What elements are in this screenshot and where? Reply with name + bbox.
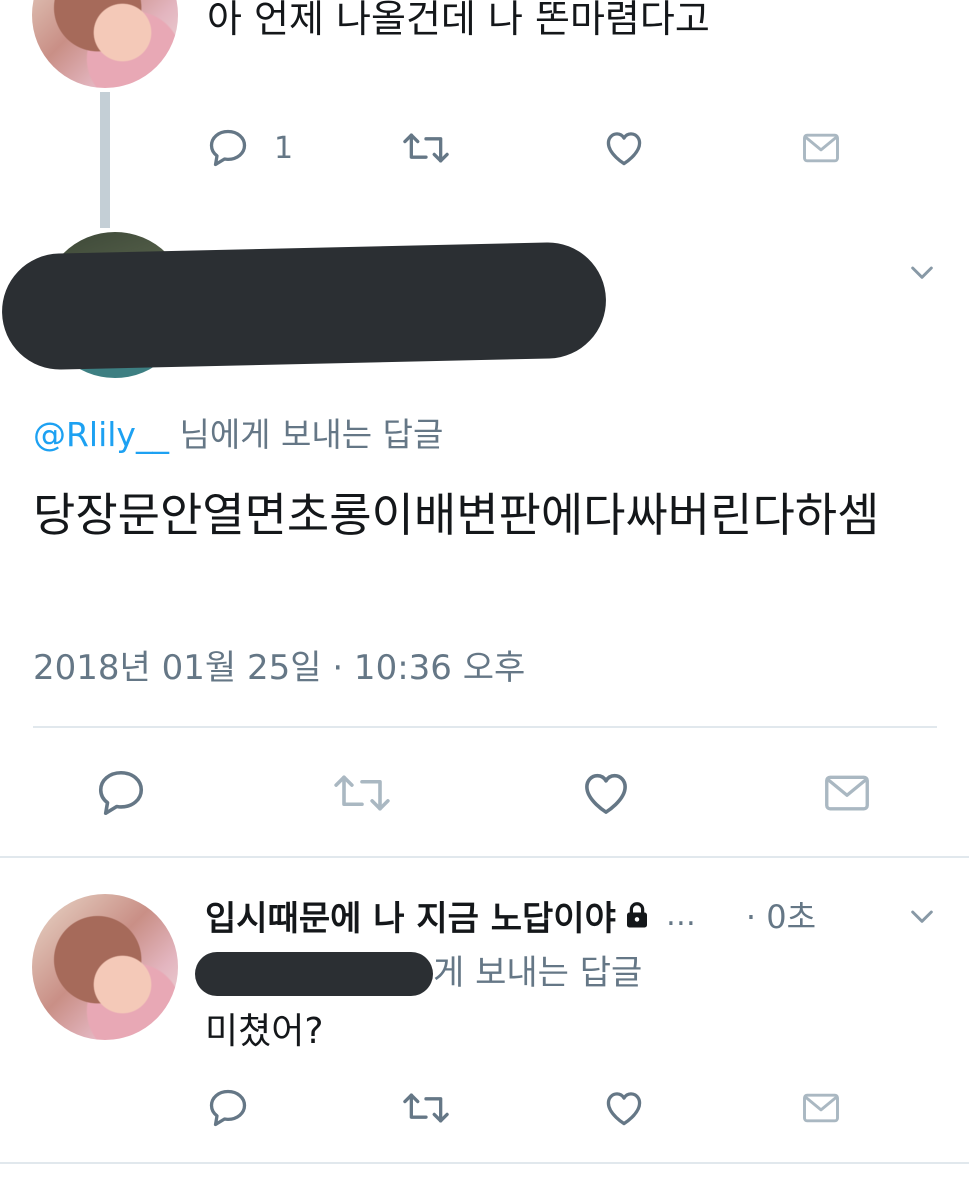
- retweet-icon: [403, 1093, 449, 1123]
- mention-link[interactable]: @Rlily__: [33, 415, 169, 454]
- tweet-time: · 0초: [745, 898, 817, 936]
- retweet-button[interactable]: [330, 766, 394, 820]
- divider: [33, 726, 937, 728]
- divider: [0, 1162, 969, 1164]
- reply-icon: [209, 129, 247, 167]
- retweet-button[interactable]: [400, 1086, 452, 1130]
- reply-context-label: 게 보내는 답글: [433, 953, 643, 993]
- retweet-icon: [403, 133, 449, 163]
- tweet-text: 당장문안열면초롱이배변판에다싸버린다하셈: [33, 488, 880, 542]
- reply-count: 1: [274, 130, 294, 166]
- chevron-down-icon: [911, 910, 933, 923]
- redacted-handle: [195, 952, 433, 996]
- ellipsis: …: [665, 897, 696, 933]
- tweet-timestamp: 2018년 01월 25일 · 10:36 오후: [33, 648, 526, 688]
- reply-button[interactable]: [94, 766, 148, 820]
- tweet-text: 미쳤어?: [205, 1011, 324, 1052]
- reply-button[interactable]: [206, 1086, 250, 1130]
- retweet-icon: [334, 775, 390, 811]
- reply-context: @Rlily__ 님에게 보내는 답글: [33, 412, 443, 458]
- heart-icon: [606, 1092, 642, 1126]
- redacted-name: [0, 241, 608, 371]
- dm-button[interactable]: [798, 1086, 844, 1130]
- dm-button[interactable]: [818, 766, 876, 820]
- mail-icon: [825, 775, 869, 811]
- reply-button[interactable]: 1: [206, 126, 306, 170]
- tweet-menu-button[interactable]: [904, 256, 940, 292]
- mail-icon: [803, 133, 839, 163]
- chevron-down-icon: [911, 266, 933, 279]
- lock-icon: [626, 902, 647, 928]
- thread-connector: [100, 92, 110, 228]
- reply-context-label: 님에게 보내는 답글: [168, 415, 444, 454]
- mail-icon: [803, 1093, 839, 1123]
- like-button[interactable]: [601, 126, 647, 170]
- display-name[interactable]: 입시때문에 나 지금 노답이야: [205, 891, 616, 940]
- divider: [0, 856, 969, 858]
- tweet-menu-button[interactable]: [904, 900, 940, 936]
- retweet-button[interactable]: [400, 126, 452, 170]
- like-button[interactable]: [578, 766, 634, 820]
- like-button[interactable]: [601, 1086, 647, 1130]
- reply-icon: [209, 1089, 247, 1127]
- reply-icon: [98, 770, 144, 816]
- heart-icon: [606, 132, 642, 166]
- dm-button[interactable]: [798, 126, 844, 170]
- avatar[interactable]: [32, 0, 178, 88]
- tweet-text: 아 언제 나올건데 나 똔마렴다고: [207, 0, 710, 41]
- tweet-header: 입시때문에 나 지금 노답이야 … · 0초: [205, 890, 816, 940]
- avatar[interactable]: [32, 894, 178, 1040]
- heart-icon: [585, 773, 627, 814]
